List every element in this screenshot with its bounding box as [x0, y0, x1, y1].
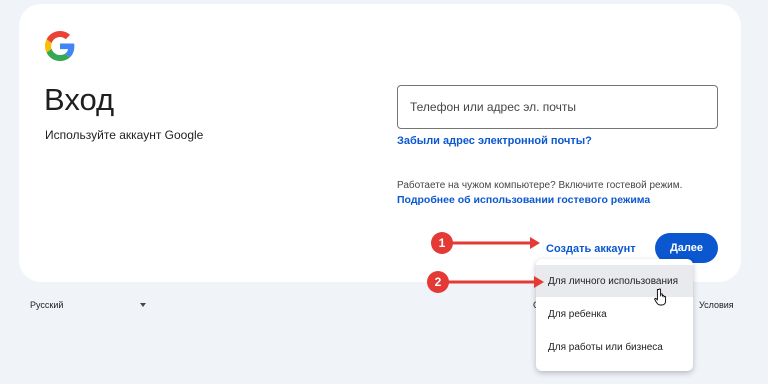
create-account-menu: Для личного использования Для ребенка Дл…: [536, 259, 693, 371]
caret-down-icon[interactable]: [140, 303, 146, 307]
menu-item-child[interactable]: Для ребенка: [536, 298, 693, 330]
forgot-email-link[interactable]: Забыли адрес электронной почты?: [397, 135, 592, 147]
language-selector[interactable]: Русский: [30, 300, 63, 310]
annotation-arrow-2: [448, 276, 544, 288]
google-logo: [45, 31, 75, 61]
create-account-button[interactable]: Создать аккаунт: [546, 243, 636, 255]
menu-item-business[interactable]: Для работы или бизнеса: [536, 331, 693, 363]
annotation-badge-2: 2: [427, 271, 449, 293]
identifier-field[interactable]: [397, 85, 718, 129]
page-subtitle: Используйте аккаунт Google: [45, 128, 204, 142]
guest-mode-learn-more-link[interactable]: Подробнее об использовании гостевого реж…: [397, 194, 650, 206]
page-title: Вход: [44, 82, 115, 117]
terms-link[interactable]: Условия: [699, 300, 734, 310]
identifier-input[interactable]: [398, 86, 717, 128]
annotation-badge-1: 1: [431, 232, 453, 254]
hand-pointer-icon: [654, 288, 667, 306]
annotation-arrow-1: [450, 237, 540, 249]
signin-card: Вход Используйте аккаунт Google Забыли а…: [19, 4, 741, 282]
menu-item-personal[interactable]: Для личного использования: [536, 265, 693, 297]
guest-mode-text: Работаете на чужом компьютере? Включите …: [397, 180, 683, 191]
